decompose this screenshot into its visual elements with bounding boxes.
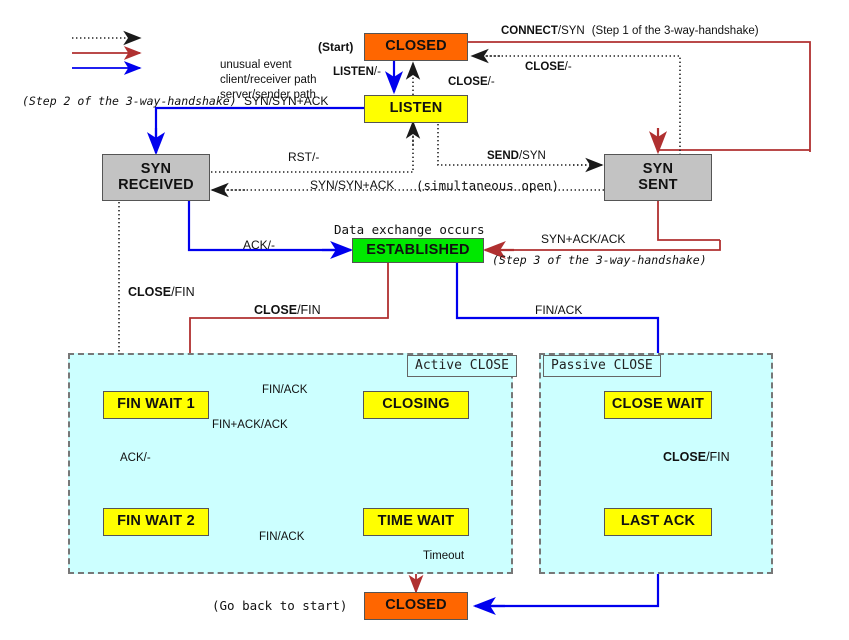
label-close-fin-mid-action: /FIN <box>297 303 321 317</box>
label-close-fin-passive-event: CLOSE <box>663 450 707 464</box>
edge-closed-to-syn-sent-part2 <box>657 149 810 152</box>
state-syn-received[interactable]: SYN RECEIVED <box>102 154 210 201</box>
label-syn-synack-simultaneous: SYN/SYN+ACK <box>310 178 395 192</box>
label-close-fin-left: CLOSE/FIN <box>128 285 195 299</box>
annotation-step1: (Step 1 of the 3-way-handshake) <box>591 25 759 37</box>
label-close-fin-passive: CLOSE/FIN <box>663 450 730 464</box>
legend-label-server-path: server/sender path <box>220 89 316 101</box>
legend-label-unusual-event: unusual event <box>220 59 292 71</box>
label-ack-dash-fin-wait: ACK/- <box>120 452 151 464</box>
label-connect-syn-event: CONNECT <box>501 25 558 37</box>
state-last-ack[interactable]: LAST ACK <box>604 508 712 536</box>
annotation-step3: (Step 3 of the 3-way-handshake) <box>492 253 707 267</box>
state-time-wait[interactable]: TIME WAIT <box>363 508 469 536</box>
label-send-syn: SEND/SYN <box>487 150 546 162</box>
label-listen-dash-event: LISTEN <box>333 66 374 78</box>
label-close-dash-listen-action: /- <box>487 76 495 88</box>
group-label-passive-close: Passive CLOSE <box>543 355 661 377</box>
state-listen[interactable]: LISTEN <box>364 95 468 123</box>
state-fin-wait-2[interactable]: FIN WAIT 2 <box>103 508 209 536</box>
annotation-go-back-to-start: (Go back to start) <box>212 598 348 613</box>
label-listen-dash: LISTEN/- <box>333 66 381 78</box>
label-close-fin-left-event: CLOSE <box>128 285 172 299</box>
label-timeout: Timeout <box>423 550 465 562</box>
legend: unusual event client/receiver path serve… <box>72 28 332 101</box>
label-close-dash-listen: CLOSE/- <box>448 76 495 88</box>
tcp-state-diagram: Active CLOSE Passive CLOSE unusual event… <box>0 0 849 640</box>
edge-syn-sent-down <box>657 201 720 241</box>
label-close-dash-sent-action: /- <box>564 61 572 73</box>
edge-syn-sent-to-closed <box>474 55 681 155</box>
label-close-fin-mid: CLOSE/FIN <box>254 303 321 317</box>
label-connect-syn-action: /SYN <box>557 25 585 37</box>
state-closed-bottom[interactable]: CLOSED <box>364 592 468 620</box>
state-syn-sent[interactable]: SYN SENT <box>604 154 712 201</box>
state-syn-sent-line1: SYN <box>642 160 674 177</box>
label-fin-ack-established: FIN/ACK <box>535 303 583 317</box>
edge-syn-received-to-listen <box>211 124 414 173</box>
state-syn-received-line2: RECEIVED <box>118 176 194 193</box>
label-send-syn-event: SEND <box>487 150 519 162</box>
label-connect-syn: CONNECT/SYN (Step 1 of the 3-way-handshak… <box>501 25 759 37</box>
state-syn-sent-line2: SENT <box>638 176 678 193</box>
label-fin-ack-fin-wait-2: FIN/ACK <box>259 531 305 543</box>
label-fin-ack-fin-wait-1-closing: FIN/ACK <box>262 384 308 396</box>
group-label-active-close: Active CLOSE <box>407 355 517 377</box>
annotation-data-exchange: Data exchange occurs <box>334 222 485 237</box>
edge-closed-to-syn-sent-part1 <box>468 41 811 152</box>
label-send-syn-action: /SYN <box>518 150 546 162</box>
annotation-step2: (Step 2 of the 3-way-handshake) <box>22 94 237 108</box>
state-syn-received-line1: SYN <box>140 160 172 177</box>
legend-label-client-path: client/receiver path <box>220 74 317 86</box>
state-closed-top[interactable]: CLOSED <box>364 33 468 61</box>
label-close-fin-passive-action: /FIN <box>706 450 730 464</box>
label-close-dash-sent-event: CLOSE <box>525 61 565 73</box>
label-rst-dash: RST/- <box>288 150 320 164</box>
label-close-dash-listen-event: CLOSE <box>448 76 488 88</box>
label-close-dash-sent: CLOSE/- <box>525 61 572 73</box>
group-passive-close <box>539 353 773 574</box>
label-synack-ack: SYN+ACK/ACK <box>541 232 626 246</box>
state-closing[interactable]: CLOSING <box>363 391 469 419</box>
label-close-fin-mid-event: CLOSE <box>254 303 298 317</box>
state-established[interactable]: ESTABLISHED <box>352 238 484 263</box>
label-close-fin-left-action: /FIN <box>171 285 195 299</box>
state-close-wait[interactable]: CLOSE WAIT <box>604 391 712 419</box>
edge-listen-to-syn-received <box>154 106 364 152</box>
label-fin-plus-ack-ack: FIN+ACK/ACK <box>212 419 288 431</box>
label-listen-dash-action: /- <box>373 66 381 78</box>
annotation-simultaneous-open: (simultaneous open) <box>416 178 559 193</box>
state-fin-wait-1[interactable]: FIN WAIT 1 <box>103 391 209 419</box>
label-ack-dash-established: ACK/- <box>243 238 276 252</box>
